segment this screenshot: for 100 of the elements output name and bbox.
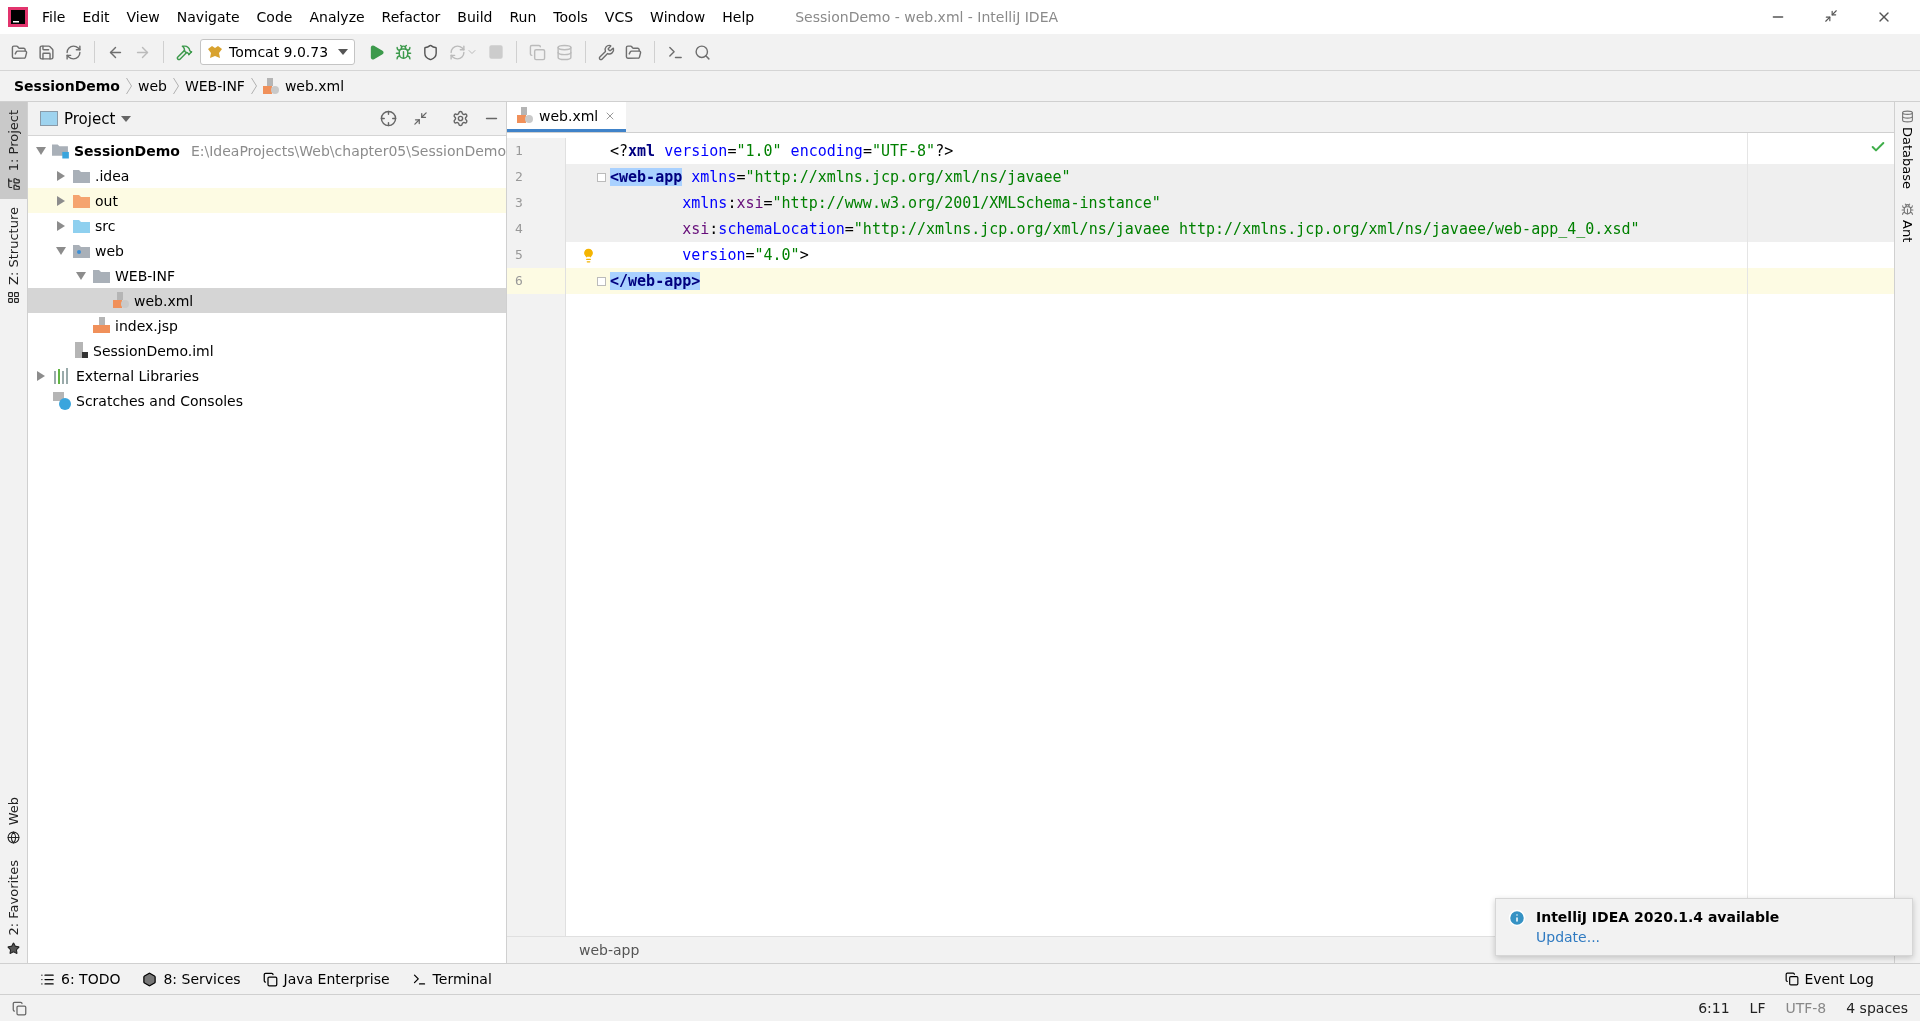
menu-item[interactable]: Refactor	[381, 9, 441, 25]
menu-item[interactable]: File	[42, 9, 66, 25]
expanded-arrow-icon[interactable]	[76, 271, 86, 280]
code-line: xmlns:xsi="http://www.w3.org/2001/XMLSchema-instance"	[682, 194, 1161, 212]
project-structure-icon[interactable]	[625, 43, 642, 61]
collapsed-arrow-icon[interactable]	[57, 220, 65, 231]
tool-window-tab[interactable]: Z: Structure	[0, 199, 27, 313]
status-item[interactable]: 6:11	[1698, 1000, 1730, 1016]
globe-icon	[7, 831, 20, 845]
editor-tab[interactable]: web.xml	[507, 102, 627, 132]
line-number: 6	[507, 268, 565, 294]
hammer-icon[interactable]	[176, 43, 193, 61]
run-configuration-dropdown[interactable]: Tomcat 9.0.73	[200, 39, 355, 65]
menu-item[interactable]: Analyze	[309, 9, 365, 25]
tree-item[interactable]: src	[28, 213, 506, 238]
tool-window-tab[interactable]: Ant	[1900, 203, 1915, 243]
tree-item[interactable]: Scratches and Consoles	[28, 388, 506, 413]
line-number: 3	[514, 194, 524, 212]
status-item[interactable]: LF	[1749, 1000, 1766, 1016]
bug-icon	[1901, 203, 1914, 217]
dropdown-caret-icon	[338, 49, 348, 55]
tree-item[interactable]: SessionDemo.iml	[28, 338, 506, 363]
menu-item[interactable]: Edit	[82, 9, 110, 25]
run-icon[interactable]	[368, 43, 385, 61]
chevron-separator-icon	[125, 78, 132, 94]
breadcrumb[interactable]: WEB-INF	[184, 78, 245, 94]
locate-icon[interactable]	[380, 110, 397, 127]
code-line: version="4.0">	[682, 246, 809, 264]
menu-item[interactable]: Navigate	[176, 9, 240, 25]
list-icon	[40, 971, 55, 987]
chevron-separator-icon	[172, 78, 179, 94]
breadcrumb[interactable]: SessionDemo	[14, 78, 120, 94]
tool-window-tab[interactable]: 1: Project	[0, 102, 27, 200]
tree-item[interactable]: index.jsp	[28, 313, 506, 338]
database-icon	[1901, 110, 1914, 123]
expanded-arrow-icon[interactable]	[35, 146, 46, 155]
tree-item[interactable]: web	[28, 238, 506, 263]
status-item[interactable]: 4 spaces	[1846, 1000, 1908, 1016]
line-number: 1	[514, 142, 524, 160]
jsp-file-icon	[93, 317, 110, 334]
event-log-button[interactable]: Event Log	[1779, 970, 1880, 988]
tool-window-button[interactable]: 6: TODO	[40, 971, 121, 987]
tree-item[interactable]: SessionDemo E:\IdeaProjects\Web\chapter05\SessionDemo	[28, 138, 506, 163]
event-log-icon	[1785, 972, 1800, 986]
lightbulb-icon[interactable]	[581, 247, 596, 263]
app-logo-icon	[8, 7, 28, 27]
wrench-icon[interactable]	[598, 43, 615, 61]
star-icon	[7, 942, 20, 955]
restore-icon[interactable]	[1824, 9, 1838, 23]
save-icon[interactable]	[38, 43, 55, 61]
menu-item[interactable]: Run	[509, 9, 537, 25]
tool-window-button[interactable]: Terminal	[411, 971, 492, 987]
tree-item[interactable]: WEB-INF	[28, 263, 506, 288]
editor-breadcrumb[interactable]: web-app	[579, 942, 640, 958]
tool-window-button[interactable]: Java Enterprise	[262, 971, 390, 987]
structure-icon	[7, 291, 20, 305]
debug-icon[interactable]	[395, 43, 412, 61]
expanded-arrow-icon[interactable]	[56, 246, 66, 255]
settings-icon[interactable]	[452, 110, 469, 127]
collapsed-arrow-icon[interactable]	[57, 170, 65, 181]
menu-item[interactable]: Window	[650, 9, 706, 25]
notification-title: IntelliJ IDEA 2020.1.4 available	[1536, 909, 1780, 925]
menu-item[interactable]: Help	[722, 9, 755, 25]
breadcrumb[interactable]: web	[137, 78, 167, 94]
collapsed-arrow-icon[interactable]	[57, 195, 65, 206]
breadcrumb[interactable]: web.xml	[284, 78, 345, 94]
menu-item[interactable]: Code	[256, 9, 293, 25]
tree-item[interactable]: web.xml	[28, 288, 506, 313]
window-icon	[40, 111, 58, 126]
project-path: E:\IdeaProjects\Web\chapter05\SessionDemo	[190, 142, 506, 159]
fold-marker-icon[interactable]	[597, 276, 606, 286]
update-link[interactable]: Update...	[1536, 929, 1780, 945]
module-file-icon	[73, 342, 88, 359]
search-icon[interactable]	[694, 43, 711, 61]
tree-item[interactable]: External Libraries	[28, 363, 506, 388]
tool-window-tab[interactable]: Database	[1900, 110, 1915, 190]
open-folder-icon[interactable]	[11, 43, 28, 61]
menu-item[interactable]: Tools	[553, 9, 588, 25]
tool-windows-icon[interactable]	[12, 1000, 27, 1016]
shield-icon[interactable]	[422, 43, 439, 61]
cat-icon	[207, 45, 223, 59]
fold-marker-icon[interactable]	[597, 172, 606, 182]
line-number: 4	[514, 220, 524, 238]
tree-item[interactable]: out	[28, 188, 506, 213]
collapse-all-icon[interactable]	[413, 111, 428, 126]
sync-icon[interactable]	[65, 43, 82, 61]
chevron-separator-icon	[250, 78, 257, 94]
web-folder-icon	[73, 243, 90, 258]
dropdown-caret-icon	[121, 115, 132, 122]
tool-window-button[interactable]: 8: Services	[142, 971, 241, 987]
menu-item[interactable]: VCS	[604, 9, 634, 25]
tool-window-tab[interactable]: Web	[0, 789, 27, 853]
terminal-icon	[411, 971, 427, 987]
menu-item[interactable]: Build	[457, 9, 493, 25]
tree-item[interactable]: .idea	[28, 163, 506, 188]
tool-window-tab[interactable]: 2: Favorites	[0, 852, 27, 963]
code-line: <web-app xmlns="http://xmlns.jcp.org/xml/ns/javaee"	[610, 168, 1071, 186]
collapsed-arrow-icon[interactable]	[37, 370, 45, 381]
services-icon	[142, 971, 158, 987]
menu-item[interactable]: View	[126, 9, 160, 25]
